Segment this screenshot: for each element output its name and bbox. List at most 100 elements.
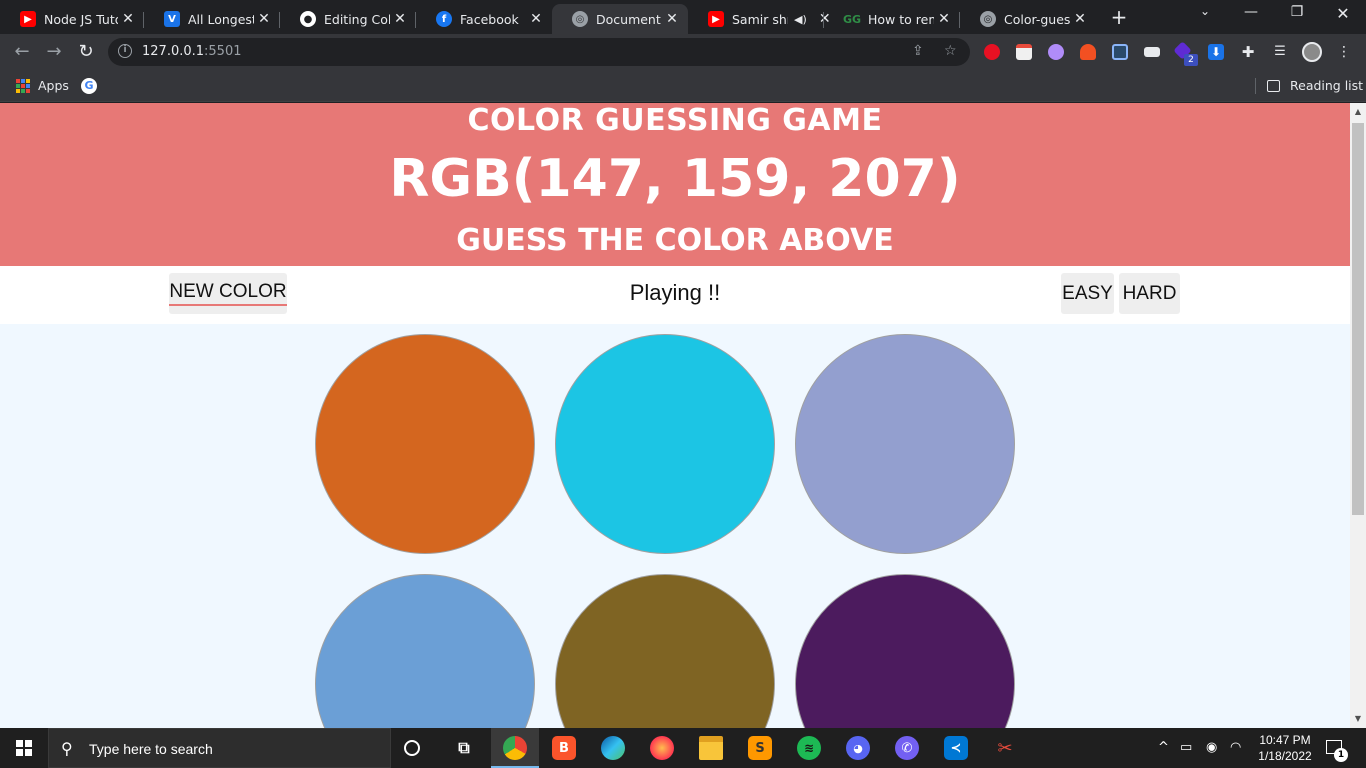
- tab-title: Document: [596, 11, 661, 27]
- cortana-icon[interactable]: [404, 740, 420, 756]
- gfg-icon: GG: [842, 12, 862, 26]
- task-view-icon[interactable]: ⧉: [452, 736, 476, 760]
- google-icon[interactable]: G: [81, 78, 97, 94]
- tab-longest-str[interactable]: V All Longest Str ✕: [144, 4, 280, 34]
- tab-strip: ▶ Node JS Tutorial ✕ V All Longest Str ✕…: [0, 0, 1366, 34]
- chrome-icon[interactable]: [503, 736, 527, 760]
- windows-taskbar: ⚲ Type here to search ⧉ B S ≋ ◕ ✆ ≺ ✂ ^ …: [0, 728, 1366, 768]
- minimize-button[interactable]: —: [1236, 4, 1266, 20]
- restore-button[interactable]: ❐: [1282, 4, 1312, 20]
- close-icon[interactable]: ✕: [662, 11, 682, 27]
- download-icon[interactable]: ⬇: [1208, 44, 1224, 60]
- color-square[interactable]: [555, 574, 775, 728]
- search-placeholder: Type here to search: [89, 741, 213, 757]
- sublime-text-icon[interactable]: S: [748, 736, 772, 760]
- forward-button[interactable]: →: [42, 40, 66, 64]
- github-icon: ●: [300, 11, 316, 27]
- scroll-up-icon[interactable]: ▲: [1350, 105, 1366, 119]
- controls-bar: NEW COLOR Playing !! EASY HARD: [0, 266, 1350, 324]
- back-button[interactable]: ←: [10, 40, 34, 64]
- tab-title: Editing Color-: [324, 11, 390, 27]
- tab-title: Color-guessin: [1004, 11, 1070, 27]
- firefox-icon[interactable]: [650, 736, 674, 760]
- close-icon[interactable]: ✕: [526, 11, 546, 27]
- extension-icon[interactable]: [1016, 44, 1032, 60]
- game-header: COLOR GUESSING GAME RGB(147, 159, 207) G…: [0, 103, 1350, 266]
- discord-icon[interactable]: ◕: [846, 736, 870, 760]
- extension-icon[interactable]: [1048, 44, 1064, 60]
- apps-link[interactable]: Apps: [38, 78, 69, 93]
- color-square[interactable]: [795, 334, 1015, 554]
- media-control-icon[interactable]: ☰: [1272, 44, 1288, 60]
- notification-badge: 1: [1334, 748, 1348, 762]
- page-scrollbar[interactable]: ▲ ▼: [1350, 103, 1366, 728]
- clock-date: 1/18/2022: [1258, 749, 1312, 763]
- tab-node-js[interactable]: ▶ Node JS Tutorial ✕: [0, 4, 144, 34]
- extension-badge: 2: [1184, 54, 1198, 66]
- battery-icon[interactable]: ▭: [1180, 740, 1192, 755]
- new-tab-button[interactable]: +: [1108, 6, 1130, 28]
- camera-icon[interactable]: ◉: [1206, 740, 1217, 755]
- file-explorer-icon[interactable]: [699, 736, 723, 760]
- tab-facebook[interactable]: f Facebook ✕: [416, 4, 552, 34]
- game-instructions: GUESS THE COLOR ABOVE: [456, 223, 894, 258]
- info-icon[interactable]: i: [118, 44, 132, 58]
- search-icon: ⚲: [61, 739, 73, 758]
- tab-document[interactable]: ◎ Document ✕: [552, 4, 688, 34]
- menu-icon[interactable]: ⋮: [1336, 44, 1352, 60]
- close-icon[interactable]: ✕: [390, 11, 410, 27]
- reload-button[interactable]: ↻: [74, 40, 98, 64]
- close-icon[interactable]: ✕: [934, 11, 954, 27]
- extension-icon[interactable]: [1144, 47, 1160, 57]
- scroll-down-icon[interactable]: ▼: [1350, 712, 1366, 726]
- youtube-icon: ▶: [20, 11, 36, 27]
- reading-list-icon[interactable]: [1267, 80, 1280, 92]
- brave-icon[interactable]: B: [552, 736, 576, 760]
- tab-color-guessing[interactable]: ◎ Color-guessin ✕: [960, 4, 1096, 34]
- tab-samir[interactable]: ▶ Samir shr ◀) ✕: [688, 4, 831, 34]
- globe-icon: ◎: [572, 11, 588, 27]
- globe-icon: ◎: [980, 11, 996, 27]
- taskbar-search[interactable]: ⚲ Type here to search: [48, 728, 391, 768]
- extension-icon[interactable]: [1112, 44, 1128, 60]
- close-icon[interactable]: ✕: [1070, 11, 1090, 27]
- extensions-puzzle-icon[interactable]: ✚: [1240, 44, 1256, 60]
- close-icon[interactable]: ✕: [254, 11, 274, 27]
- tab-github[interactable]: ● Editing Color- ✕: [280, 4, 416, 34]
- tab-title: How to remo: [868, 11, 934, 27]
- close-icon[interactable]: ✕: [118, 11, 138, 27]
- close-window-button[interactable]: ✕: [1328, 4, 1358, 23]
- edge-icon[interactable]: [601, 736, 625, 760]
- tab-title: Node JS Tutorial: [44, 11, 118, 27]
- target-rgb: RGB(147, 159, 207): [389, 149, 961, 209]
- tray-overflow-icon[interactable]: ^: [1158, 740, 1169, 755]
- vscode-icon[interactable]: ≺: [944, 736, 968, 760]
- snipping-tool-icon[interactable]: ✂: [993, 736, 1017, 760]
- tab-search-icon[interactable]: ⌄: [1190, 4, 1220, 18]
- easy-button[interactable]: EASY: [1061, 273, 1114, 314]
- color-square[interactable]: [795, 574, 1015, 728]
- viber-icon[interactable]: ✆: [895, 736, 919, 760]
- clock-time: 10:47 PM: [1259, 733, 1311, 747]
- scroll-thumb[interactable]: [1352, 123, 1364, 515]
- color-square[interactable]: [555, 334, 775, 554]
- speaker-icon[interactable]: ◀): [794, 13, 807, 26]
- facebook-icon: f: [436, 11, 452, 27]
- spotify-icon[interactable]: ≋: [797, 736, 821, 760]
- color-square[interactable]: [315, 574, 535, 728]
- windows-start-icon[interactable]: [16, 740, 32, 756]
- star-icon[interactable]: ☆: [944, 43, 957, 59]
- extension-icon[interactable]: [1080, 44, 1096, 60]
- tab-how-to-remove[interactable]: GG How to remo ✕: [824, 4, 960, 34]
- address-bar[interactable]: i 127.0.0.1:5501 ⇪ ☆: [108, 38, 970, 66]
- bookmarks-bar: Apps G Reading list: [0, 70, 1366, 102]
- color-square[interactable]: [315, 334, 535, 554]
- hard-button[interactable]: HARD: [1119, 273, 1180, 314]
- extension-icon[interactable]: [984, 44, 1000, 60]
- wifi-icon[interactable]: ◠: [1230, 740, 1241, 755]
- reading-list-link[interactable]: Reading list: [1290, 78, 1363, 93]
- share-icon[interactable]: ⇪: [912, 43, 924, 59]
- apps-icon[interactable]: [16, 79, 30, 93]
- avatar[interactable]: [1302, 42, 1322, 62]
- taskbar-clock[interactable]: 10:47 PM 1/18/2022: [1254, 732, 1316, 764]
